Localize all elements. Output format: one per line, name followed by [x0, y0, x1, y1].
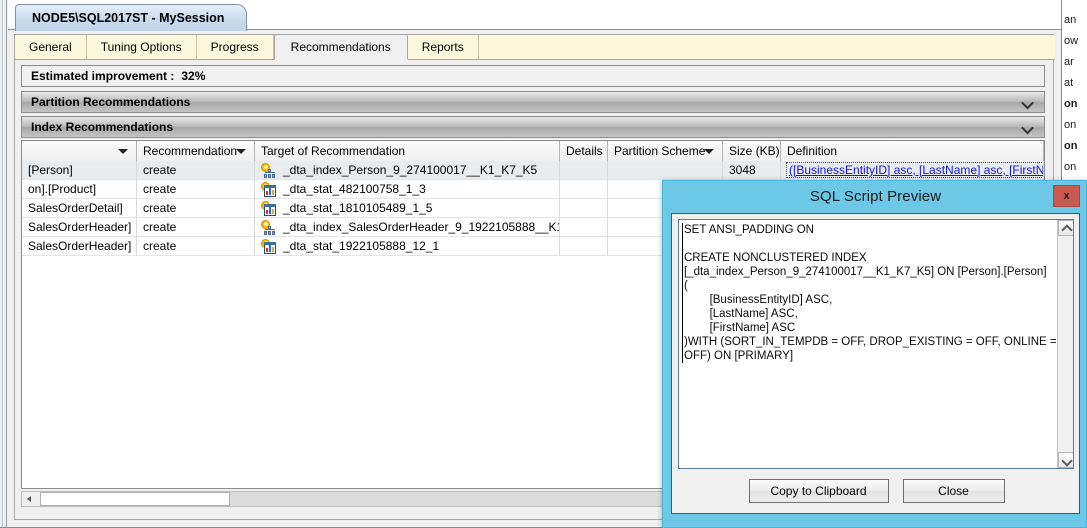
background-text-fragment: ow: [1064, 35, 1079, 47]
filter-arrow-icon[interactable]: [118, 149, 128, 154]
sql-script-textbox[interactable]: SET ANSI_PADDING ON CREATE NONCLUSTERED …: [678, 219, 1074, 469]
index-icon: [261, 219, 277, 235]
background-text-fragment: on: [1064, 161, 1077, 173]
cell-recommendation: create: [137, 161, 255, 180]
column-header-target-label: Target of Recommendation: [261, 144, 406, 158]
cell-target-label: _dta_stat_482100758_1_3: [283, 181, 426, 196]
cell-target: _dta_stat_482100758_1_3: [255, 180, 560, 199]
column-header-recommendation-label: Recommendation: [143, 144, 238, 158]
statistics-icon: [261, 200, 277, 216]
definition-link[interactable]: ([BusinessEntityID] asc, [LastName] asc,…: [785, 162, 1043, 178]
tab-recommendations[interactable]: Recommendations: [273, 34, 408, 60]
cell-target: _dta_index_SalesOrderHeader_9_1922105888…: [255, 218, 560, 237]
estimated-improvement-bar: Estimated improvement : 32%: [21, 65, 1045, 87]
cell-partition-scheme: [608, 161, 723, 180]
background-text-fragment: on: [1064, 119, 1077, 131]
index-icon: [261, 162, 277, 178]
cell-definition[interactable]: ([BusinessEntityID] asc, [LastName] asc,…: [781, 161, 1044, 180]
column-header-size-label: Size (KB): [729, 144, 780, 158]
scrollbar-thumb[interactable]: [40, 492, 230, 506]
cell-recommendation: create: [137, 218, 255, 237]
scroll-down-icon[interactable]: [1058, 452, 1073, 468]
cell-size-kb: 3048: [723, 161, 781, 180]
cell-object: [Person]: [22, 161, 137, 180]
sql-script-text: SET ANSI_PADDING ON CREATE NONCLUSTERED …: [682, 223, 1057, 363]
cell-details: [560, 161, 608, 180]
column-header-details[interactable]: Details: [560, 141, 608, 161]
cell-target: _dta_stat_1810105489_1_5: [255, 199, 560, 218]
filter-arrow-icon[interactable]: [704, 149, 714, 154]
column-header-recommendation[interactable]: Recommendation: [137, 141, 255, 161]
grid-header-row: Recommendation Target of Recommendation …: [22, 141, 1044, 161]
tab-general[interactable]: General: [15, 35, 87, 59]
cell-details: [560, 218, 608, 237]
close-icon[interactable]: x: [1053, 185, 1080, 207]
column-header-partition-scheme-label: Partition Scheme: [614, 144, 706, 158]
close-button[interactable]: Close: [902, 479, 1005, 503]
cell-target-label: _dta_stat_1922105888_12_1: [283, 238, 440, 253]
copy-to-clipboard-button[interactable]: Copy to Clipboard: [748, 479, 889, 503]
column-header-definition[interactable]: Definition: [781, 141, 1044, 161]
cell-target-label: _dta_index_Person_9_274100017__K1_K7_K5: [283, 162, 538, 177]
background-text-fragment: an: [1064, 14, 1077, 26]
sql-dialog-body: SET ANSI_PADDING ON CREATE NONCLUSTERED …: [671, 213, 1080, 514]
partition-recommendations-header[interactable]: Partition Recommendations: [21, 91, 1045, 113]
tab-tuning-options[interactable]: Tuning Options: [86, 35, 197, 59]
cell-target-label: _dta_index_SalesOrderHeader_9_1922105888…: [283, 219, 559, 234]
cell-object: SalesOrderHeader]: [22, 237, 137, 256]
cell-details: [560, 199, 608, 218]
column-header-size[interactable]: Size (KB): [723, 141, 781, 161]
cell-target-label: _dta_stat_1810105489_1_5: [283, 200, 433, 215]
document-tab-strip: NODE5\SQL2017ST - MySession: [8, 0, 1061, 31]
column-header-target[interactable]: Target of Recommendation: [255, 141, 560, 161]
tab-bar: General Tuning Options Progress Recommen…: [15, 34, 1055, 60]
scroll-up-icon[interactable]: [1058, 220, 1073, 236]
cell-details: [560, 180, 608, 199]
cell-recommendation: create: [137, 237, 255, 256]
background-text-fragment: at: [1064, 77, 1074, 89]
cell-target: _dta_stat_1922105888_12_1: [255, 237, 560, 256]
sql-vertical-scrollbar[interactable]: [1057, 220, 1073, 468]
cell-object: on].[Product]: [22, 180, 137, 199]
background-text-fragment: ar: [1064, 56, 1074, 68]
session-tab[interactable]: NODE5\SQL2017ST - MySession: [15, 4, 248, 31]
sql-dialog-title: SQL Script Preview: [809, 187, 942, 205]
chevron-down-icon[interactable]: [1023, 124, 1034, 131]
column-header-details-label: Details: [566, 144, 603, 158]
tab-progress[interactable]: Progress: [196, 35, 274, 59]
window-left-edge: [0, 0, 7, 527]
estimated-improvement-label: Estimated improvement :: [31, 69, 175, 83]
cell-object: SalesOrderDetail]: [22, 199, 137, 218]
column-header-definition-label: Definition: [787, 144, 838, 158]
index-recommendations-title: Index Recommendations: [31, 120, 174, 134]
sql-dialog-titlebar[interactable]: SQL Script Preview: [663, 181, 1087, 211]
statistics-icon: [261, 181, 277, 197]
cell-recommendation: create: [137, 180, 255, 199]
estimated-improvement-value: 32%: [181, 69, 206, 83]
index-recommendations-header[interactable]: Index Recommendations: [21, 116, 1045, 138]
chevron-down-icon[interactable]: [1023, 99, 1034, 106]
cell-target: _dta_index_Person_9_274100017__K1_K7_K5: [255, 161, 560, 180]
statistics-icon: [261, 238, 277, 254]
cell-recommendation: create: [137, 199, 255, 218]
background-text-fragment: on: [1064, 98, 1078, 110]
table-row[interactable]: [Person] create _dta_index_Person_9_2741…: [22, 161, 1044, 180]
sql-dialog-buttons: Copy to Clipboard Close: [672, 479, 1081, 505]
sql-script-preview-dialog: SQL Script Preview x SET ANSI_PADDING ON…: [662, 180, 1087, 528]
column-header-object[interactable]: [22, 141, 137, 161]
cell-object: SalesOrderHeader]: [22, 218, 137, 237]
cell-details: [560, 237, 608, 256]
scroll-left-button[interactable]: [22, 492, 38, 506]
tab-reports[interactable]: Reports: [407, 35, 479, 59]
background-text-fragment: on: [1064, 140, 1078, 152]
partition-recommendations-title: Partition Recommendations: [31, 95, 191, 109]
filter-arrow-icon[interactable]: [236, 149, 246, 154]
column-header-partition-scheme[interactable]: Partition Scheme: [608, 141, 723, 161]
